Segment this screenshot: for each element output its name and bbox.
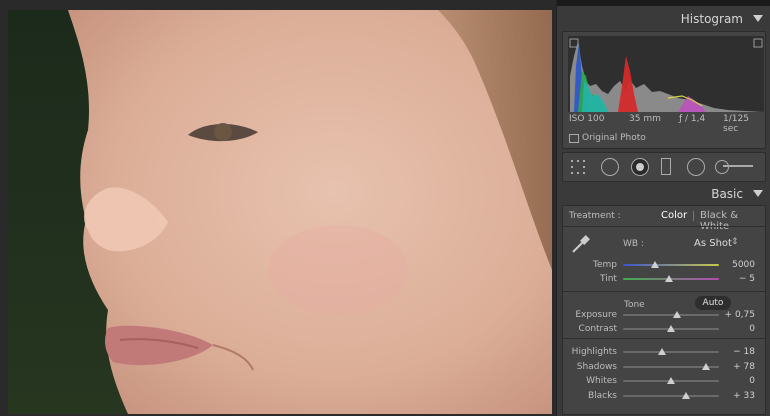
original-photo-label: Original Photo bbox=[582, 133, 646, 143]
tone-label: Tone bbox=[624, 300, 645, 310]
original-photo-checkbox[interactable] bbox=[569, 134, 579, 143]
highlights-slider-knob[interactable] bbox=[658, 348, 667, 355]
wb-dropdown-arrows-icon[interactable]: ⇕ bbox=[731, 237, 739, 247]
divider bbox=[563, 226, 765, 227]
blacks-slider-knob[interactable] bbox=[682, 392, 691, 399]
brush-slider[interactable] bbox=[723, 165, 753, 167]
temp-slider-knob[interactable] bbox=[650, 261, 659, 268]
contrast-value[interactable]: 0 bbox=[715, 324, 755, 334]
temp-label: Temp bbox=[593, 260, 617, 270]
crop-overlay-icon[interactable] bbox=[571, 159, 585, 174]
wb-dropdown[interactable]: As Shot bbox=[694, 238, 732, 249]
highlights-label: Highlights bbox=[571, 347, 617, 357]
treatment-color-option[interactable]: Color bbox=[661, 210, 687, 221]
divider bbox=[563, 338, 765, 339]
radial-filter-icon[interactable] bbox=[687, 158, 705, 176]
photo-canvas[interactable] bbox=[0, 0, 556, 416]
red-eye-icon[interactable] bbox=[631, 158, 649, 176]
histogram-title: Histogram bbox=[680, 12, 743, 26]
exif-iso: ISO 100 bbox=[569, 114, 605, 124]
histogram-header[interactable]: Histogram bbox=[557, 8, 770, 30]
divider bbox=[563, 291, 765, 292]
wb-label: WB : bbox=[623, 239, 644, 249]
histogram-box: ISO 100 35 mm ƒ / 1,4 1/125 sec Original… bbox=[562, 31, 766, 149]
tint-label: Tint bbox=[600, 274, 617, 284]
exif-focal-length: 35 mm bbox=[629, 114, 661, 124]
histogram-graph[interactable] bbox=[568, 36, 764, 112]
whites-slider-knob[interactable] bbox=[667, 377, 675, 384]
exif-aperture: ƒ / 1,4 bbox=[679, 114, 706, 124]
shadows-label: Shadows bbox=[576, 362, 617, 372]
exif-shutter: 1/125 sec bbox=[723, 114, 749, 134]
shadows-value[interactable]: + 78 bbox=[715, 362, 755, 372]
blacks-value[interactable]: + 33 bbox=[715, 391, 755, 401]
whites-value[interactable]: 0 bbox=[715, 376, 755, 386]
basic-panel: Treatment : Color Black & White WB : As … bbox=[562, 205, 766, 415]
develop-right-panel: Histogram ISO 100 35 mm ƒ / 1,4 1/125 se… bbox=[556, 0, 770, 416]
spot-removal-icon[interactable] bbox=[601, 158, 619, 176]
graduated-filter-icon[interactable] bbox=[661, 158, 671, 175]
shadows-slider-knob[interactable] bbox=[701, 363, 710, 370]
blacks-label: Blacks bbox=[587, 391, 617, 401]
collapse-triangle-icon[interactable] bbox=[753, 15, 763, 22]
child-face-photo bbox=[8, 10, 552, 414]
adjustment-brush-icon[interactable] bbox=[715, 160, 729, 174]
eyedropper-icon[interactable] bbox=[569, 232, 593, 256]
exposure-slider-knob[interactable] bbox=[672, 311, 681, 318]
exposure-label: Exposure bbox=[575, 310, 617, 320]
exposure-slider[interactable] bbox=[623, 314, 719, 316]
treatment-divider bbox=[693, 211, 694, 221]
contrast-slider-knob[interactable] bbox=[667, 325, 675, 332]
basic-title: Basic bbox=[711, 187, 743, 201]
tool-strip bbox=[562, 152, 766, 182]
highlights-value[interactable]: − 18 bbox=[715, 347, 755, 357]
whites-label: Whites bbox=[586, 376, 617, 386]
contrast-label: Contrast bbox=[578, 324, 617, 334]
blacks-slider[interactable] bbox=[623, 395, 719, 397]
tint-value[interactable]: − 5 bbox=[715, 274, 755, 284]
auto-tone-button[interactable]: Auto bbox=[695, 296, 731, 310]
exposure-value[interactable]: + 0,75 bbox=[715, 310, 755, 320]
tint-slider-knob[interactable] bbox=[665, 275, 674, 282]
highlights-slider[interactable] bbox=[623, 351, 719, 353]
basic-header[interactable]: Basic bbox=[557, 183, 770, 205]
treatment-label: Treatment : bbox=[569, 211, 621, 221]
collapse-triangle-icon[interactable] bbox=[753, 190, 763, 197]
treatment-bw-option[interactable]: Black & White bbox=[700, 210, 765, 232]
temp-slider[interactable] bbox=[623, 264, 719, 266]
photo-preview[interactable] bbox=[8, 10, 552, 414]
panel-top-strip bbox=[557, 0, 770, 6]
temp-value[interactable]: 5000 bbox=[715, 260, 755, 270]
